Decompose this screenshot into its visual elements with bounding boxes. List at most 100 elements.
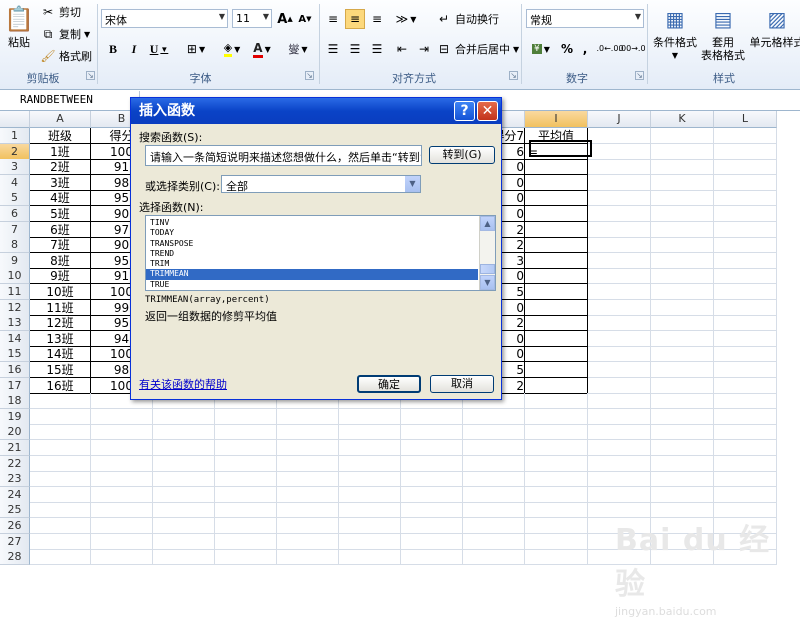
cell-j14[interactable]	[588, 331, 651, 347]
cell-j6[interactable]	[588, 206, 651, 222]
cell-c23[interactable]	[153, 471, 215, 487]
cell-g22[interactable]	[401, 456, 463, 472]
cell-e19[interactable]	[277, 409, 339, 425]
cell-b21[interactable]	[91, 440, 153, 456]
cell-i12[interactable]	[525, 300, 588, 316]
cell-i10[interactable]	[525, 268, 588, 284]
cell-i28[interactable]	[525, 549, 588, 565]
cell-b23[interactable]	[91, 471, 153, 487]
cell-i7[interactable]	[525, 222, 588, 238]
cell-k4[interactable]	[651, 175, 714, 191]
cell-i22[interactable]	[525, 456, 588, 472]
cell-i18[interactable]	[525, 393, 588, 409]
wrap-text-button[interactable]: ↵自动换行	[436, 9, 499, 29]
cell-a26[interactable]	[30, 518, 91, 534]
cell-h26[interactable]	[463, 518, 525, 534]
cell-k5[interactable]	[651, 190, 714, 206]
cell-k7[interactable]	[651, 222, 714, 238]
cell-l17[interactable]	[714, 378, 777, 394]
cell-j15[interactable]	[588, 346, 651, 362]
font-size-select[interactable]: 11▼	[232, 9, 272, 28]
cell-styles-button[interactable]: ▨ 单元格样式	[748, 4, 800, 49]
row-header-8[interactable]: 8	[0, 237, 30, 253]
cell-a2[interactable]: 1班	[30, 144, 91, 160]
cell-e24[interactable]	[277, 487, 339, 503]
number-launcher[interactable]: ↘	[635, 71, 644, 80]
align-middle-button[interactable]: ≡	[345, 9, 365, 29]
cell-a10[interactable]: 9班	[30, 268, 91, 284]
active-cell-i2[interactable]	[529, 140, 592, 157]
cell-j19[interactable]	[588, 409, 651, 425]
grow-font-button[interactable]: A▲	[276, 9, 294, 29]
cell-j5[interactable]	[588, 190, 651, 206]
cell-i26[interactable]	[525, 518, 588, 534]
row-header-13[interactable]: 13	[0, 315, 30, 331]
row-header-14[interactable]: 14	[0, 331, 30, 347]
cell-a20[interactable]	[30, 424, 91, 440]
cell-k13[interactable]	[651, 315, 714, 331]
cell-a22[interactable]	[30, 456, 91, 472]
cell-l9[interactable]	[714, 253, 777, 269]
clipboard-launcher[interactable]: ↘	[86, 71, 95, 80]
cell-g27[interactable]	[401, 534, 463, 550]
cell-l4[interactable]	[714, 175, 777, 191]
cell-a6[interactable]: 5班	[30, 206, 91, 222]
close-button[interactable]: ✕	[477, 101, 498, 121]
cell-g20[interactable]	[401, 424, 463, 440]
cell-i23[interactable]	[525, 471, 588, 487]
cell-f21[interactable]	[339, 440, 401, 456]
cell-h20[interactable]	[463, 424, 525, 440]
row-header-2[interactable]: 2	[0, 144, 30, 160]
cell-i14[interactable]	[525, 331, 588, 347]
cell-j11[interactable]	[588, 284, 651, 300]
cell-j17[interactable]	[588, 378, 651, 394]
cell-l20[interactable]	[714, 424, 777, 440]
cell-k2[interactable]	[651, 144, 714, 160]
align-top-button[interactable]: ≡	[323, 9, 343, 29]
cell-g24[interactable]	[401, 487, 463, 503]
function-item[interactable]: TRIM	[146, 259, 478, 269]
cell-j21[interactable]	[588, 440, 651, 456]
cell-k21[interactable]	[651, 440, 714, 456]
cell-d23[interactable]	[215, 471, 277, 487]
dialog-title-bar[interactable]: 插入函数	[131, 98, 501, 124]
cell-j24[interactable]	[588, 487, 651, 503]
cell-i5[interactable]	[525, 190, 588, 206]
row-header-9[interactable]: 9	[0, 253, 30, 269]
cell-j10[interactable]	[588, 268, 651, 284]
ok-button[interactable]: 确定	[357, 375, 421, 393]
row-header-5[interactable]: 5	[0, 190, 30, 206]
cell-l1[interactable]	[714, 128, 777, 144]
italic-button[interactable]: I	[125, 39, 143, 59]
row-header-28[interactable]: 28	[0, 549, 30, 565]
cell-a18[interactable]	[30, 393, 91, 409]
cell-k19[interactable]	[651, 409, 714, 425]
row-header-4[interactable]: 4	[0, 175, 30, 191]
font-name-select[interactable]: 宋体▼	[101, 9, 228, 28]
cell-a16[interactable]: 15班	[30, 362, 91, 378]
cell-g26[interactable]	[401, 518, 463, 534]
cell-h28[interactable]	[463, 549, 525, 565]
cell-b20[interactable]	[91, 424, 153, 440]
cell-l5[interactable]	[714, 190, 777, 206]
cell-f27[interactable]	[339, 534, 401, 550]
format-painter-button[interactable]: 🖌格式刷	[40, 46, 92, 66]
cell-h23[interactable]	[463, 471, 525, 487]
cell-b25[interactable]	[91, 502, 153, 518]
cell-l14[interactable]	[714, 331, 777, 347]
font-launcher[interactable]: ↘	[305, 71, 314, 80]
cell-f26[interactable]	[339, 518, 401, 534]
cell-e21[interactable]	[277, 440, 339, 456]
cell-g23[interactable]	[401, 471, 463, 487]
cell-k10[interactable]	[651, 268, 714, 284]
cell-g19[interactable]	[401, 409, 463, 425]
cell-k11[interactable]	[651, 284, 714, 300]
column-header-i[interactable]: I	[525, 111, 588, 128]
cell-a3[interactable]: 2班	[30, 159, 91, 175]
cell-i17[interactable]	[525, 378, 588, 394]
cell-b24[interactable]	[91, 487, 153, 503]
cell-a12[interactable]: 11班	[30, 300, 91, 316]
function-item[interactable]: TREND	[146, 249, 478, 259]
cell-g25[interactable]	[401, 502, 463, 518]
cell-j12[interactable]	[588, 300, 651, 316]
